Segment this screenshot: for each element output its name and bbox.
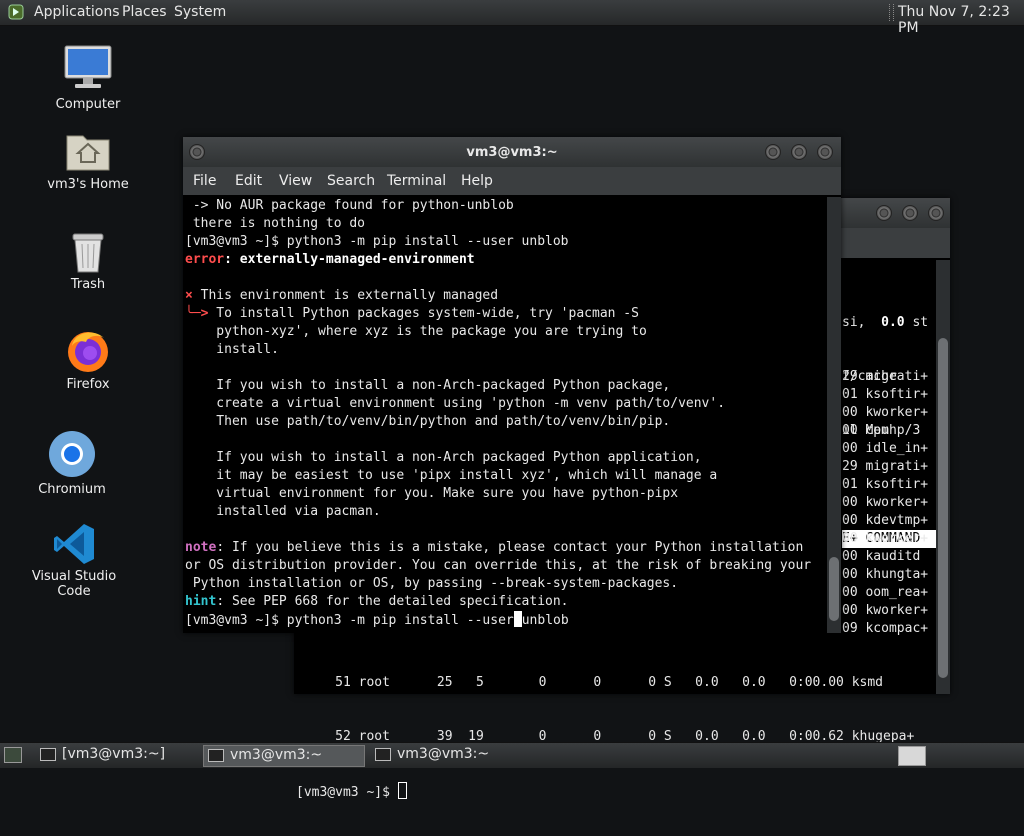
terminal-line: If you wish to install a non-Arch packag…: [185, 450, 702, 465]
minimize-button[interactable]: [765, 144, 781, 160]
command-line: [vm3@vm3 ~]$ python3 -m pip install --us…: [185, 611, 569, 628]
desktop-icon-vscode[interactable]: Visual Studio Code: [14, 520, 134, 599]
taskbar-item-active[interactable]: vm3@vm3:~: [203, 745, 365, 767]
desktop-icon-label: Computer: [55, 97, 121, 112]
desktop-icon-trash[interactable]: Trash: [28, 228, 148, 296]
terminal-output[interactable]: -> No AUR package found for python-unblo…: [185, 197, 811, 629]
terminal-line: -> No AUR package found for python-unblo…: [185, 198, 514, 213]
firefox-icon: [68, 332, 108, 372]
minimize-button[interactable]: [876, 205, 892, 221]
maximize-button[interactable]: [791, 144, 807, 160]
window-title: vm3@vm3:~: [466, 145, 558, 160]
process-row: 00 idle_in+: [842, 441, 929, 456]
top-full-rows: 51 root 25 5 0 0 0 S 0.0 0.0 0:00.00 ksm…: [296, 675, 915, 800]
menu-edit[interactable]: Edit: [235, 173, 262, 189]
desktop-icon-label: Chromium: [38, 482, 106, 497]
terminal-line: If you wish to install a non-Arch-packag…: [185, 378, 671, 393]
front-terminal-window[interactable]: vm3@vm3:~ File Edit View Search Terminal…: [183, 137, 841, 633]
desktop-icon-label: Trash: [70, 277, 106, 292]
desktop-icon-home[interactable]: vm3's Home: [28, 128, 148, 196]
terminal-line: ╰─> To install Python packages system-wi…: [185, 306, 639, 321]
desktop-icon-firefox[interactable]: Firefox: [28, 324, 148, 396]
process-row: 29 migrati+: [842, 459, 929, 474]
shell-prompt: [vm3@vm3 ~]$: [296, 785, 398, 800]
terminal-line: Python installation or OS, by passing --…: [185, 576, 679, 591]
terminal-line: [vm3@vm3 ~]$ python3 -m pip install --us…: [185, 234, 569, 249]
top-process-rows: 29 migrati+ 01 ksoftir+ 00 kworker+ 00 cpuh…: [842, 368, 928, 638]
desktop-icon-label: vm3's Home: [47, 177, 129, 192]
scrollbar-thumb[interactable]: [938, 338, 948, 678]
process-row: 00 cpuhp/3: [842, 423, 921, 438]
terminal-line: installed via pacman.: [185, 504, 381, 519]
back-window-scrollbar[interactable]: [936, 260, 950, 694]
process-row: 00 kdevtmp+: [842, 513, 929, 528]
process-row: 00 kauditd: [842, 549, 921, 564]
desktop-icon-label: Firefox: [66, 377, 110, 392]
desktop-icon-computer[interactable]: Computer: [28, 44, 148, 116]
taskbar-item[interactable]: [vm3@vm3:~]: [36, 745, 196, 765]
terminal-line: create a virtual environment using 'pyth…: [185, 396, 726, 411]
close-button[interactable]: [817, 144, 833, 160]
terminal-line: Then use path/to/venv/bin/python and pat…: [185, 414, 671, 429]
terminal-line: error: externally-managed-environment: [185, 252, 475, 267]
terminal-cursor: [397, 782, 407, 799]
process-row: 00 kworker+: [842, 405, 929, 420]
terminal-line: it may be easiest to use 'pipx install x…: [185, 468, 718, 483]
top-panel: Applications Places System Thu Nov 7, 2:…: [0, 0, 1024, 36]
home-folder-icon: [66, 135, 110, 171]
vscode-icon: [54, 524, 94, 564]
process-row: 01 ksoftir+: [842, 477, 929, 492]
process-row: 00 kworker+: [842, 603, 929, 618]
process-row: 00 kworker+: [842, 531, 929, 546]
trash-icon: [72, 233, 104, 273]
workspace-switcher[interactable]: [898, 746, 926, 766]
terminal-line: python-xyz', where xyz is the package yo…: [185, 324, 647, 339]
taskbar-item[interactable]: vm3@vm3:~: [371, 745, 531, 765]
terminal-line: hint: See PEP 668 for the detailed speci…: [185, 594, 569, 609]
terminal-line: virtual environment for you. Make sure y…: [185, 486, 679, 501]
process-row: 01 ksoftir+: [842, 387, 929, 402]
terminal-line: install.: [185, 342, 279, 357]
maximize-button[interactable]: [902, 205, 918, 221]
menu-search[interactable]: Search: [327, 173, 375, 189]
menu-help[interactable]: Help: [461, 173, 493, 189]
menu-view[interactable]: View: [279, 173, 312, 189]
chromium-icon: [49, 431, 95, 477]
terminal-line: or OS distribution provider. You can ove…: [185, 558, 812, 573]
panel-separator: [889, 4, 894, 21]
bottom-panel: [vm3@vm3:~] vm3@vm3:~ vm3@vm3:~: [0, 742, 1024, 768]
front-window-titlebar[interactable]: vm3@vm3:~: [183, 137, 841, 167]
applications-menu-icon[interactable]: [8, 4, 24, 20]
terminal-line: × This environment is externally managed: [185, 288, 499, 303]
process-row: 29 migrati+: [842, 369, 929, 384]
process-row: 00 khungta+: [842, 567, 929, 582]
places-menu[interactable]: Places: [122, 4, 167, 20]
desktop-icon-chromium[interactable]: Chromium: [12, 430, 132, 500]
applications-menu[interactable]: Applications: [34, 4, 120, 20]
terminal-cursor: [513, 611, 522, 627]
terminal-line: there is nothing to do: [185, 216, 366, 231]
terminal-icon: [40, 748, 56, 761]
front-window-scrollbar[interactable]: [827, 197, 841, 633]
process-row: 00 oom_rea+: [842, 585, 929, 600]
terminal-line: note: If you believe this is a mistake, …: [185, 540, 804, 555]
menu-file[interactable]: File: [193, 173, 216, 189]
show-desktop-icon[interactable]: [4, 747, 22, 763]
computer-icon: [64, 45, 112, 88]
scrollbar-thumb[interactable]: [829, 557, 839, 621]
terminal-menubar: File Edit View Search Terminal Help: [183, 167, 841, 195]
clock[interactable]: Thu Nov 7, 2:23 PM: [898, 4, 1024, 36]
terminal-icon: [375, 748, 391, 761]
process-row: 09 kcompac+: [842, 621, 929, 636]
system-menu[interactable]: System: [174, 4, 226, 20]
terminal-icon: [208, 749, 224, 762]
close-button[interactable]: [928, 205, 944, 221]
desktop-icon-label: Visual Studio Code: [31, 569, 117, 599]
menu-terminal[interactable]: Terminal: [387, 173, 446, 189]
process-row: 00 kworker+: [842, 495, 929, 510]
